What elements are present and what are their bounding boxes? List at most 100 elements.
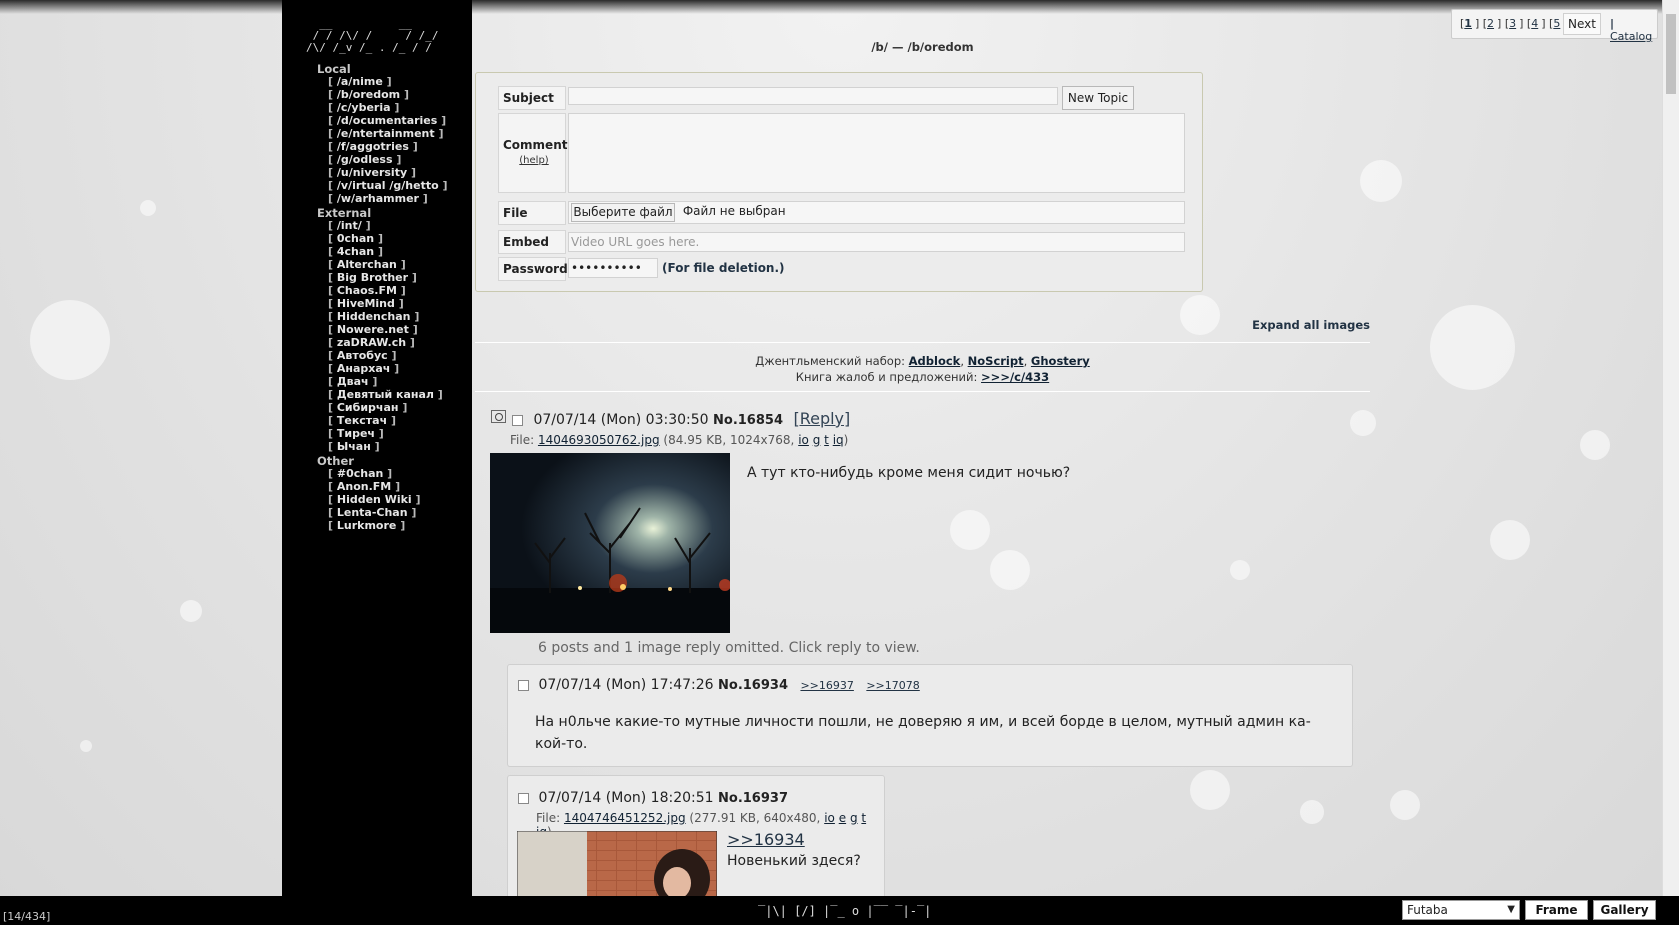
nav-link[interactable]: [ /w/arhammer ] xyxy=(328,192,448,205)
nav-link[interactable]: [ Lenta-Chan ] xyxy=(328,506,421,519)
image-search-g[interactable]: g xyxy=(813,433,821,447)
op-post-text: А тут кто-нибудь кроме меня сидит ночью? xyxy=(747,465,1071,481)
nav-link[interactable]: [ /a/nime ] xyxy=(328,75,448,88)
nav-link[interactable]: [ /d/ocumentaries ] xyxy=(328,114,448,127)
scrollbar-thumb[interactable] xyxy=(1666,14,1676,94)
page-link-5[interactable]: 5 xyxy=(1553,17,1560,30)
op-file-link[interactable]: 1404693050762.jpg xyxy=(538,433,660,447)
bokeh-circle xyxy=(1350,410,1376,436)
comment-label-text: Comment xyxy=(503,138,568,152)
image-search-t[interactable]: t xyxy=(861,811,866,825)
nav-link[interactable]: [ /f/aggotries ] xyxy=(328,140,448,153)
recommended-tools-prefix: Джентльменский набор: xyxy=(755,354,905,368)
page-link-3[interactable]: 3 xyxy=(1509,17,1516,30)
next-page-button[interactable]: Next xyxy=(1563,13,1601,35)
nav-link[interactable]: [ /v/irtual /g/hetto ] xyxy=(328,179,448,192)
bottom-logo[interactable]: ‾|\| [/] |‾_ o |‾‾ ‾|-‾| xyxy=(758,904,931,918)
nav-link[interactable]: [ Big Brother ] xyxy=(328,271,443,284)
image-search-icon[interactable] xyxy=(491,410,506,423)
bokeh-circle xyxy=(140,200,156,216)
board-navigation-sidebar: __ __ / / /\/ / / /_/ /\/ /_v /_ . /_ / … xyxy=(282,0,472,896)
frame-button[interactable]: Frame xyxy=(1525,900,1588,920)
post-counter: [14/434] xyxy=(3,910,51,923)
style-select[interactable]: Futaba ▼ xyxy=(1402,900,1520,920)
nav-link[interactable]: [ Девятый канал ] xyxy=(328,388,443,401)
nav-link[interactable]: [ Автобус ] xyxy=(328,349,443,362)
op-post-number[interactable]: No.16854 xyxy=(713,413,783,428)
page-link-1[interactable]: 1 xyxy=(1464,17,1472,30)
page-link-4[interactable]: 4 xyxy=(1531,17,1538,30)
nav-link[interactable]: [ /c/yberia ] xyxy=(328,101,448,114)
page-link-2[interactable]: 2 xyxy=(1487,17,1494,30)
reply-post-number[interactable]: No.16937 xyxy=(718,791,788,806)
expand-all-images-link[interactable]: Expand all images xyxy=(1205,318,1370,332)
pager-separator: | xyxy=(1610,17,1615,30)
op-delete-checkbox[interactable] xyxy=(512,414,523,426)
ghostery-link[interactable]: Ghostery xyxy=(1031,354,1090,368)
adblock-link[interactable]: Adblock xyxy=(909,354,961,368)
file-label: File xyxy=(498,201,566,225)
image-search-io[interactable]: io xyxy=(798,433,809,447)
nav-list-external: [ /int/ ] [ 0chan ] [ 4chan ] [ Altercha… xyxy=(328,219,443,453)
catalog-label: Catalog xyxy=(1610,30,1653,43)
op-reply-link[interactable]: [Reply] xyxy=(793,409,850,428)
gallery-button[interactable]: Gallery xyxy=(1593,900,1656,920)
reply-thumbnail[interactable] xyxy=(517,831,717,897)
nav-link[interactable]: [ /b/oredom ] xyxy=(328,88,448,101)
nav-link[interactable]: [ Двач ] xyxy=(328,375,443,388)
divider xyxy=(475,342,1370,343)
nav-link[interactable]: [ Hidden Wiki ] xyxy=(328,493,421,506)
file-input[interactable]: Выберите файл Файл не выбран xyxy=(568,201,1185,224)
password-note: (For file deletion.) xyxy=(662,261,785,275)
reply-delete-checkbox[interactable] xyxy=(518,679,529,691)
image-search-iq[interactable]: iq xyxy=(833,433,844,447)
vertical-scrollbar[interactable] xyxy=(1662,0,1679,896)
reply-delete-checkbox[interactable] xyxy=(518,792,529,804)
nav-link[interactable]: [ /g/odless ] xyxy=(328,153,448,166)
image-search-io[interactable]: io xyxy=(824,811,835,825)
nav-list-local: [ /a/nime ] [ /b/oredom ] [ /c/yberia ] … xyxy=(328,75,448,205)
nav-link[interactable]: [ Alterchan ] xyxy=(328,258,443,271)
nav-link[interactable]: [ /u/niversity ] xyxy=(328,166,448,179)
nav-link[interactable]: [ /int/ ] xyxy=(328,219,443,232)
op-thumbnail[interactable] xyxy=(490,453,730,633)
no-file-chosen-text: Файл не выбран xyxy=(682,204,786,218)
comment-textarea[interactable] xyxy=(568,113,1185,193)
bokeh-circle xyxy=(1430,305,1515,390)
embed-input[interactable]: Video URL goes here. xyxy=(568,232,1185,252)
nav-link[interactable]: [ zaDRAW.ch ] xyxy=(328,336,443,349)
nav-link[interactable]: [ Сибирчан ] xyxy=(328,401,443,414)
reply-file-link[interactable]: 1404746451252.jpg xyxy=(564,811,686,825)
nav-link[interactable]: [ Анархач ] xyxy=(328,362,443,375)
image-search-t[interactable]: t xyxy=(824,433,829,447)
bokeh-circle xyxy=(1360,160,1402,202)
subject-input[interactable] xyxy=(568,87,1058,105)
image-search-e[interactable]: e xyxy=(839,811,846,825)
nav-link[interactable]: [ Chaos.FM ] xyxy=(328,284,443,297)
nav-link[interactable]: [ 4chan ] xyxy=(328,245,443,258)
nav-link[interactable]: [ Nowere.net ] xyxy=(328,323,443,336)
backlink[interactable]: >>17078 xyxy=(866,679,919,692)
nav-link[interactable]: [ HiveMind ] xyxy=(328,297,443,310)
board-title: /b/ — /b/oredom xyxy=(871,40,974,54)
backlink[interactable]: >>16937 xyxy=(800,679,853,692)
new-topic-button[interactable]: New Topic xyxy=(1062,86,1134,110)
noscript-link[interactable]: NoScript xyxy=(968,354,1024,368)
nav-link[interactable]: [ #0chan ] xyxy=(328,467,421,480)
password-input[interactable]: •••••••••• xyxy=(568,258,658,278)
nav-link[interactable]: [ Lurkmore ] xyxy=(328,519,421,532)
nav-link[interactable]: [ /e/ntertainment ] xyxy=(328,127,448,140)
nav-link[interactable]: [ Ычан ] xyxy=(328,440,443,453)
complaints-board-link[interactable]: >>>/c/433 xyxy=(981,370,1049,384)
formatting-help-link[interactable]: (help) xyxy=(503,155,565,166)
choose-file-button[interactable]: Выберите файл xyxy=(571,203,675,222)
catalog-link[interactable]: | Catalog xyxy=(1610,17,1657,43)
nav-link[interactable]: [ 0chan ] xyxy=(328,232,443,245)
nav-link[interactable]: [ Текстач ] xyxy=(328,414,443,427)
reply-post-number[interactable]: No.16934 xyxy=(718,678,788,693)
nav-link[interactable]: [ Hiddenchan ] xyxy=(328,310,443,323)
image-search-g[interactable]: g xyxy=(850,811,858,825)
nav-link[interactable]: [ Anon.FM ] xyxy=(328,480,421,493)
nav-link[interactable]: [ Тиреч ] xyxy=(328,427,443,440)
quote-link[interactable]: >>16934 xyxy=(727,830,805,849)
